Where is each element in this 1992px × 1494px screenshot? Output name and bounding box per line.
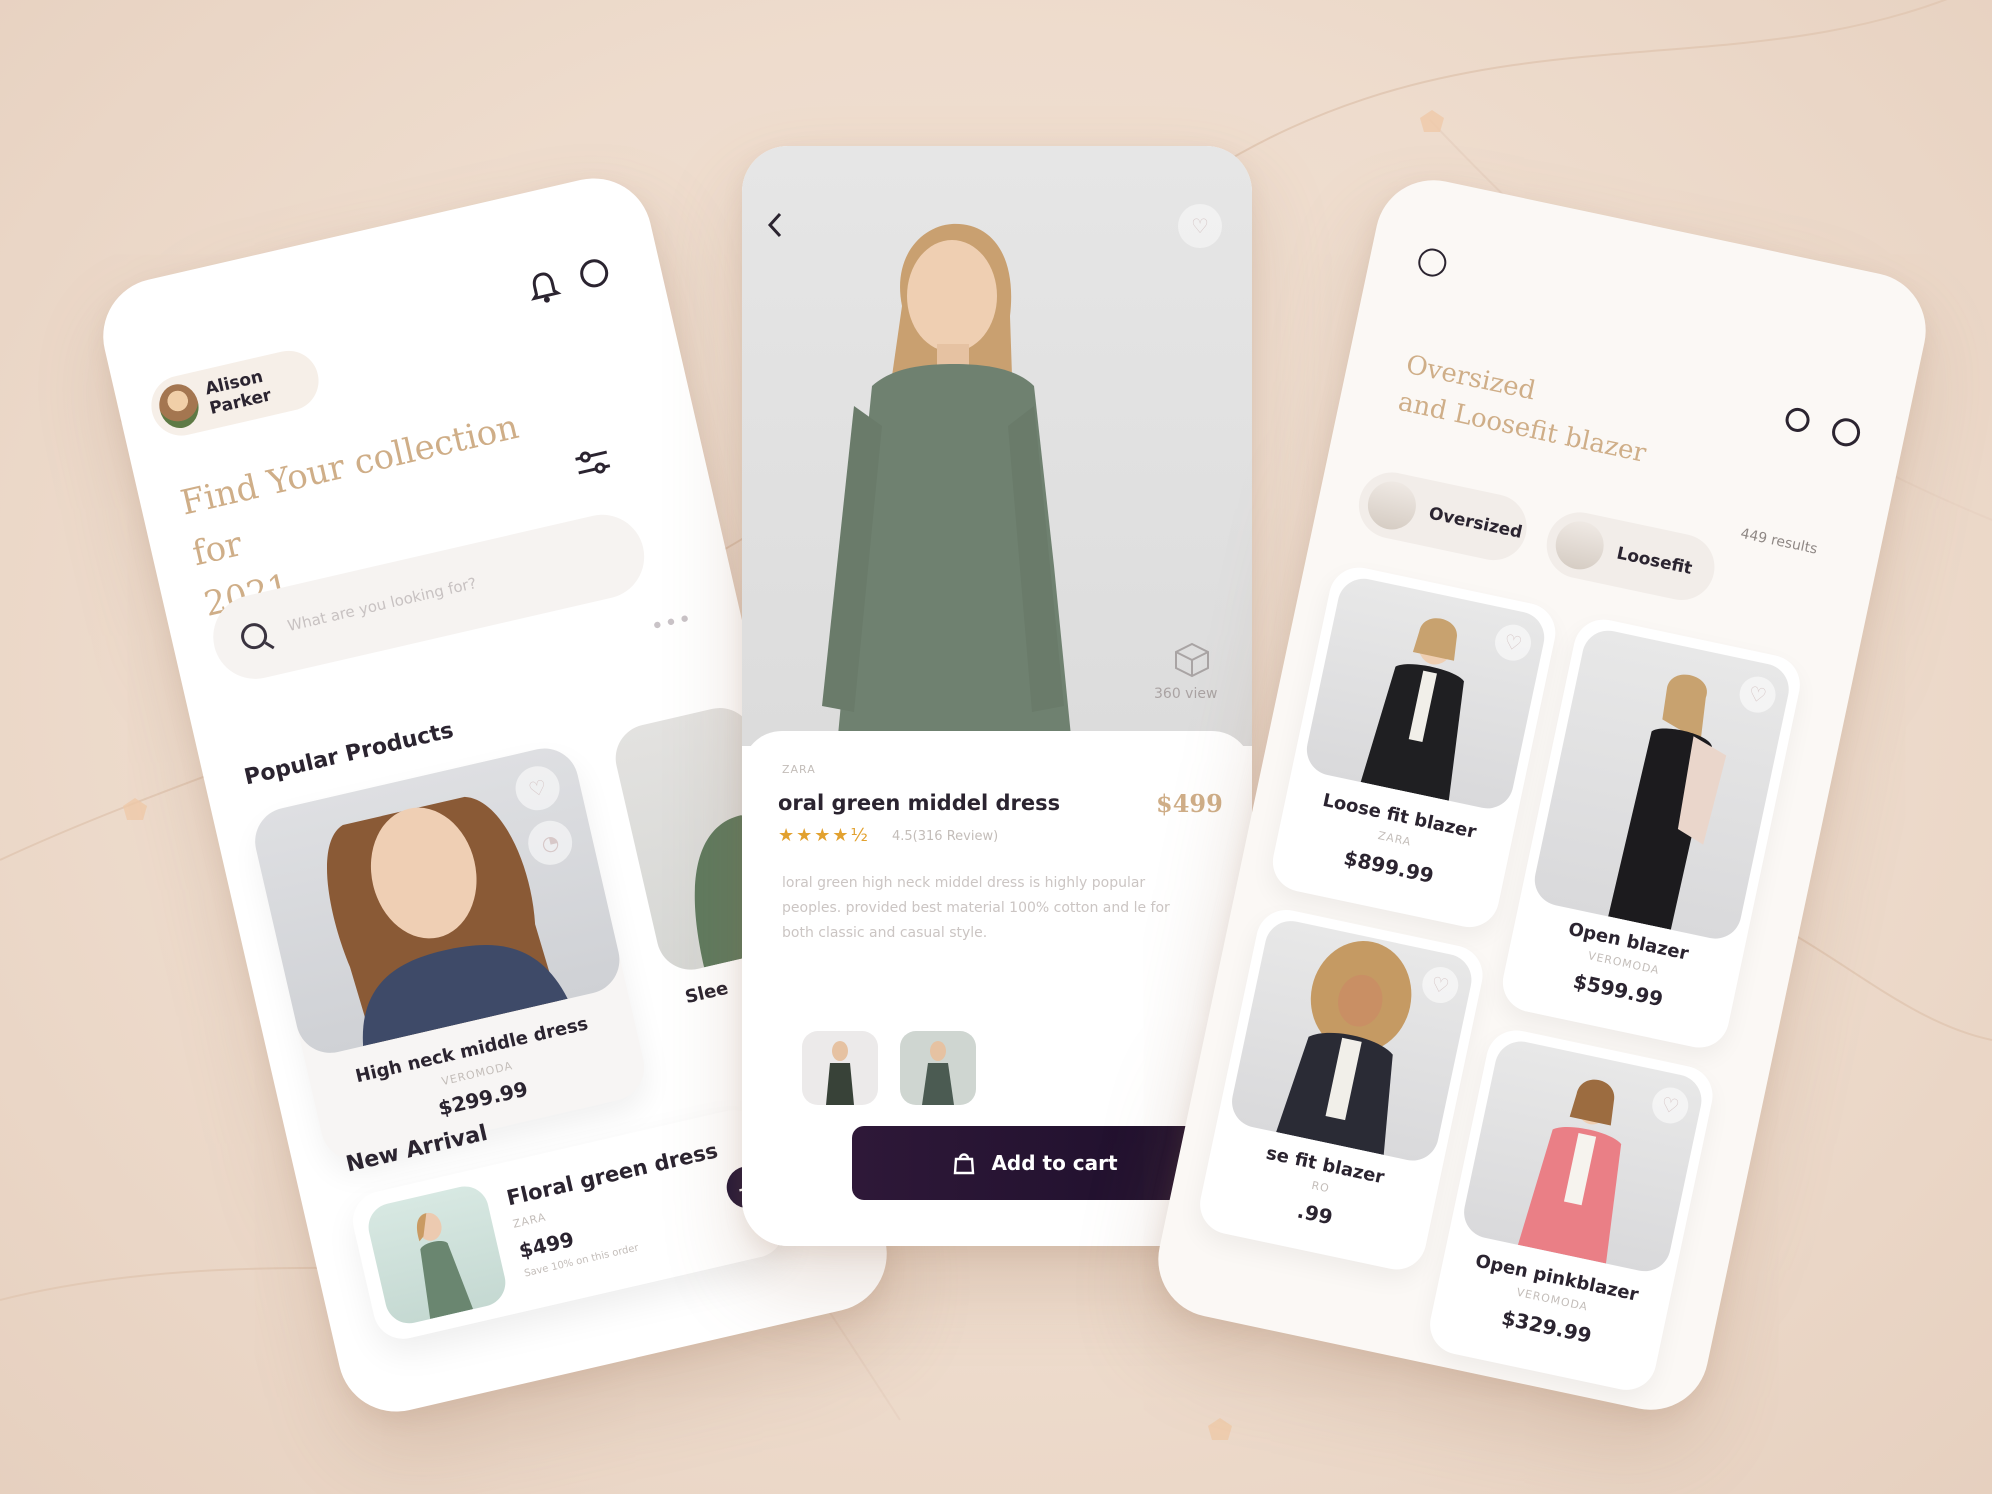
product-detail-screen: ♡ 360 view ZARA oral green middel dress …: [742, 146, 1252, 1246]
bag-icon: [954, 1153, 975, 1175]
rating-stars: ★★★★½: [778, 825, 870, 846]
product-brand: ZARA: [511, 1210, 548, 1231]
thumbnail-2[interactable]: [900, 1031, 976, 1105]
product-image: [1459, 1036, 1707, 1277]
results-count: 449 results: [1739, 525, 1819, 558]
product-card[interactable]: ♡ se fit blazer RO .99: [1194, 904, 1489, 1276]
cube-360-icon[interactable]: [1170, 640, 1214, 680]
chip-loosefit[interactable]: Loosefit: [1540, 506, 1721, 607]
thumbnail-1[interactable]: [802, 1031, 878, 1105]
power-icon[interactable]: [577, 256, 611, 291]
product-name-peek: Slee: [683, 977, 731, 1009]
add-to-cart-label: Add to cart: [991, 1151, 1118, 1175]
user-name: Alison Parker: [203, 366, 274, 419]
chip-image: [1551, 516, 1609, 574]
chip-label: Oversized: [1427, 503, 1525, 543]
product-card[interactable]: ♡ Open pinkblazer VEROMODA $329.99: [1424, 1024, 1719, 1396]
add-to-cart-button[interactable]: Add to cart: [852, 1126, 1217, 1200]
product-name: Floral green dress: [504, 1138, 721, 1211]
product-description: loral green high neck middel dress is hi…: [782, 875, 1170, 941]
more-dots-icon[interactable]: •••: [649, 606, 695, 640]
product-price: $499: [1156, 789, 1223, 818]
product-image: [363, 1181, 511, 1329]
back-arrow-icon[interactable]: [764, 210, 786, 240]
popular-product-card[interactable]: ♡ ◔ High neck middle dress VEROMODA $299…: [248, 741, 651, 1167]
back-arrow-icon[interactable]: [1415, 245, 1449, 280]
product-image: [1302, 573, 1550, 814]
search-icon[interactable]: [1783, 405, 1812, 435]
product-brand: ZARA: [782, 763, 816, 776]
product-image: [1227, 916, 1477, 1166]
chip-oversized[interactable]: Oversized: [1352, 466, 1533, 567]
user-profile-chip[interactable]: Alison Parker: [145, 344, 325, 442]
product-image: [248, 741, 627, 1060]
bell-icon[interactable]: [523, 266, 564, 309]
listing-title: Oversized and Loosefit blazer: [1395, 346, 1658, 473]
rating-text: 4.5(316 Review): [892, 829, 999, 844]
search-icon: [238, 620, 270, 652]
search-input[interactable]: What are you looking for?: [286, 574, 478, 635]
power-icon[interactable]: [1829, 415, 1863, 449]
product-card[interactable]: ♡ Loose fit blazer ZARA $899.99: [1267, 562, 1561, 933]
chip-label: Loosefit: [1614, 543, 1694, 579]
chip-image: [1363, 477, 1421, 534]
avatar: [154, 380, 203, 432]
product-title: oral green middel dress: [778, 791, 1061, 815]
view-360-label[interactable]: 360 view: [1154, 686, 1217, 702]
heart-icon[interactable]: ♡: [1178, 204, 1222, 248]
product-image: [1529, 625, 1794, 944]
